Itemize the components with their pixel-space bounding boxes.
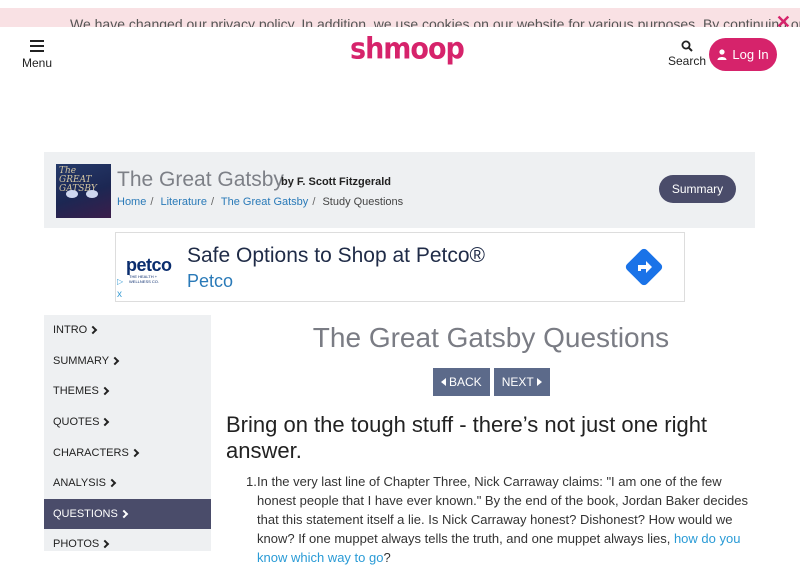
book-title: The Great Gatsby <box>117 168 284 191</box>
caret-left-icon <box>441 378 446 386</box>
breadcrumb-literature[interactable]: Literature <box>160 196 206 208</box>
list-item: 1. In the very last line of Chapter Thre… <box>246 472 756 567</box>
chevron-right-icon <box>101 417 110 427</box>
sidebar-item-label: INTRO <box>53 324 88 337</box>
page-title: The Great Gatsby Questions <box>312 322 670 353</box>
sidebar-item-summary[interactable]: SUMMARY <box>44 346 211 377</box>
breadcrumb-book[interactable]: The Great Gatsby <box>221 196 308 208</box>
chevron-right-icon <box>130 448 140 457</box>
chevron-right-icon <box>119 509 129 519</box>
chevron-right-icon <box>107 479 117 488</box>
search-button[interactable]: Search <box>668 40 706 68</box>
menu-button[interactable]: Menu <box>22 40 52 70</box>
sidebar-item-photos[interactable]: PHOTOS <box>44 529 211 560</box>
site-logo[interactable]: shmoop <box>350 33 465 66</box>
intro-heading: Bring on the tough stuff - there’s not j… <box>226 412 708 463</box>
next-button[interactable]: NEXT <box>493 368 550 396</box>
sidebar-item-label: SUMMARY <box>53 354 110 367</box>
summary-button[interactable]: Summary <box>659 175 736 203</box>
ad-logo: petco <box>126 255 172 275</box>
ad-arrow-icon[interactable] <box>624 247 664 287</box>
sidebar-item-questions[interactable]: QUESTIONS <box>44 498 211 530</box>
user-icon <box>717 49 727 60</box>
sidebar-item-characters[interactable]: CHARACTERS <box>44 437 211 468</box>
login-button[interactable]: Log In <box>709 38 777 71</box>
ad-brand[interactable]: Petco <box>187 271 233 292</box>
cookie-text: We have changed our privacy policy. In a… <box>70 16 800 27</box>
cookie-banner: We have changed our privacy policy. In a… <box>0 8 800 27</box>
sidebar-item-quotes[interactable]: QUOTES <box>44 407 211 438</box>
book-cover-image[interactable]: The GREAT GATSBY <box>56 164 111 218</box>
sidebar-item-label: ANALYSIS <box>53 477 106 490</box>
next-label: NEXT <box>501 375 534 389</box>
ad-close-icon[interactable]: x <box>117 289 122 300</box>
chevron-right-icon <box>88 326 98 335</box>
question-number: 1. <box>246 474 257 489</box>
ad-logo-tagline: THE HEALTH + WELLNESS CO. <box>129 274 160 284</box>
login-label: Log In <box>732 47 769 62</box>
question-text: In the very last line of Chapter Three, … <box>257 474 748 565</box>
sidebar-item-label: PHOTOS <box>53 538 100 551</box>
breadcrumb-home[interactable]: Home <box>117 196 146 208</box>
ad-headline[interactable]: Safe Options to Shop at Petco® <box>187 244 485 268</box>
ad-choices-icon[interactable]: ▷ <box>117 278 123 286</box>
close-icon[interactable]: ✕ <box>776 13 791 27</box>
caret-right-icon <box>536 378 542 386</box>
sidebar-item-label: THEMES <box>53 385 99 398</box>
back-button[interactable]: BACK <box>433 368 490 396</box>
sidebar-item-label: QUOTES <box>53 416 100 429</box>
sidebar-item-themes[interactable]: THEMES <box>44 376 211 407</box>
sidebar-item-analysis[interactable]: ANALYSIS <box>44 468 211 499</box>
chevron-right-icon <box>100 387 110 396</box>
menu-label: Menu <box>22 56 53 70</box>
sidebar-nav: INTRO SUMMARY THEMES QUOTES CHARACTERS A… <box>44 315 211 551</box>
breadcrumb-current: Study Questions <box>322 196 404 208</box>
book-author: by F. Scott Fitzgerald <box>281 176 392 188</box>
advertisement[interactable]: petco THE HEALTH + WELLNESS CO. Safe Opt… <box>115 232 685 302</box>
pager: BACK NEXT <box>433 368 550 396</box>
chevron-right-icon <box>110 356 120 366</box>
search-label: Search <box>668 54 707 68</box>
hamburger-icon <box>30 40 44 52</box>
search-icon <box>681 40 693 52</box>
chevron-right-icon <box>101 540 110 549</box>
breadcrumb: Home / Literature / The Great Gatsby / Stud… <box>117 196 404 208</box>
sidebar-item-intro[interactable]: INTRO <box>44 315 211 346</box>
back-label: BACK <box>449 375 482 389</box>
sidebar-item-label: CHARACTERS <box>53 446 129 459</box>
book-header: The GREAT GATSBY The Great Gatsby by F. … <box>44 152 755 228</box>
sidebar-item-label: QUESTIONS <box>53 507 118 520</box>
